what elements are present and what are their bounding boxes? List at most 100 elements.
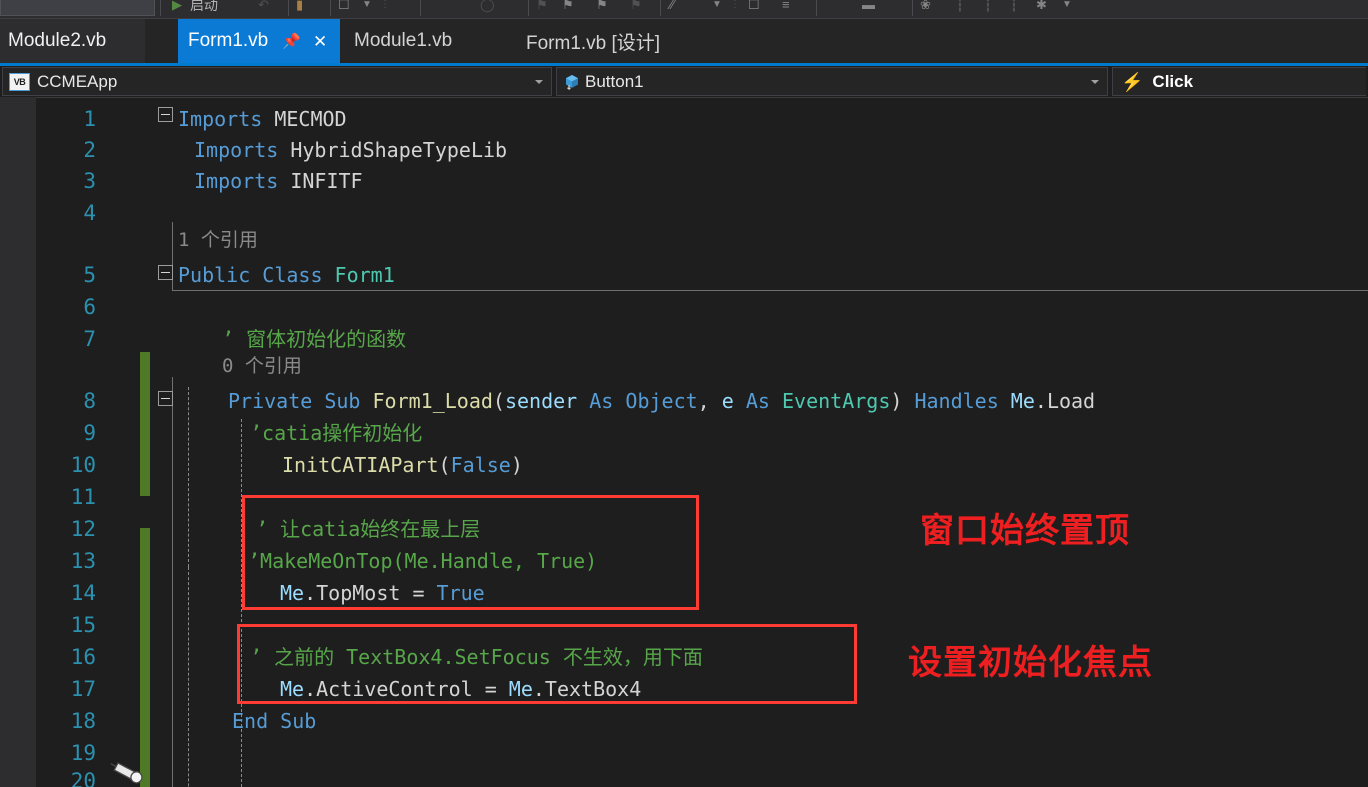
code-token: .TextBox4 <box>532 677 642 701</box>
mouse-pointer-icon <box>108 757 143 787</box>
line-number: 20 <box>70 769 96 787</box>
code-token: False <box>450 453 511 477</box>
code-navigation-bar: VB CCMEApp Button1 ⚡ Click <box>0 66 1368 97</box>
code-line-17[interactable]: Me.ActiveControl = Me.TextBox4 <box>280 673 641 705</box>
codelens-reference[interactable]: 0 个引用 <box>222 351 302 381</box>
toolbar-config-combo[interactable] <box>0 0 155 16</box>
code-token: ( <box>438 453 451 477</box>
code-content[interactable]: 1 2 3 4 5 6 7 8 9 10 11 12 13 14 15 16 17 18 19 20 1 个引用 0 个引… <box>0 97 1368 787</box>
highlight-icon[interactable]: ▮ <box>296 0 303 16</box>
tab-module1[interactable]: Module1.vb <box>340 19 466 63</box>
code-line-14[interactable]: Me.TopMost = True <box>280 577 485 609</box>
code-token: InitCATIAPart <box>282 453 439 477</box>
code-token: sender <box>504 389 578 413</box>
code-line-9[interactable]: ’catia操作初始化 <box>250 417 422 449</box>
tab-label: Module2.vb <box>8 30 107 51</box>
bookmark-next-icon[interactable]: ⚑ <box>562 0 574 16</box>
code-token: Handles <box>914 389 999 413</box>
dropdown-icon[interactable]: ▼ <box>362 0 372 16</box>
code-token: INFITF <box>278 169 363 193</box>
code-line-3[interactable]: Imports INFITF <box>194 165 363 197</box>
close-icon[interactable]: ✕ <box>313 33 327 50</box>
lightning-bolt-icon: ⚡ <box>1121 71 1144 92</box>
code-token: ’ 之前的 TextBox4.SetFocus 不生效，用下面 <box>250 645 703 669</box>
run-icon[interactable]: ▶ <box>172 0 182 16</box>
main-toolbar: ▶ 启动 ↶ ▮ ☐ ▼ ⋮ ◯ ⚑ ⚑ ⚑ ⚑ ∕∕ ▼ ⋮ ☐ ≡ ▬ ❀ … <box>0 0 1368 19</box>
codelens-reference[interactable]: 1 个引用 <box>178 225 258 255</box>
code-token: Imports <box>178 107 263 131</box>
editor-tab-strip: Module2.vb Form1.vb 📌 ✕ Module1.vb Form1… <box>0 19 1368 66</box>
code-editor[interactable]: 1 2 3 4 5 6 7 8 9 10 11 12 13 14 15 16 17 18 19 20 1 个引用 0 个引… <box>0 97 1368 787</box>
code-line-7[interactable]: ’ 窗体初始化的函数 <box>222 323 406 355</box>
indent-icon[interactable]: ☐ <box>748 0 760 16</box>
visual-studio-window: ▶ 启动 ↶ ▮ ☐ ▼ ⋮ ◯ ⚑ ⚑ ⚑ ⚑ ∕∕ ▼ ⋮ ☐ ≡ ▬ ❀ … <box>0 0 1368 787</box>
line-number: 15 <box>70 613 96 637</box>
align-left-icon[interactable]: ┇ <box>956 0 964 16</box>
code-token: Me <box>1010 389 1035 413</box>
tab-form1-designer[interactable]: Form1.vb [设计] <box>512 19 674 63</box>
code-token: Load <box>1046 389 1096 413</box>
line-number: 3 <box>83 169 96 193</box>
code-token: Form1 <box>334 263 395 287</box>
chevron-down-icon[interactable] <box>535 79 543 84</box>
code-line-2[interactable]: Imports HybridShapeTypeLib <box>194 134 507 166</box>
star-icon[interactable]: ✱ <box>1036 0 1047 16</box>
member-dropdown[interactable]: Button1 <box>556 67 1108 96</box>
line-number: 17 <box>70 677 96 701</box>
settings-icon[interactable]: ⋮ <box>380 0 390 16</box>
code-token: Me <box>280 581 305 605</box>
line-number: 16 <box>70 645 96 669</box>
align-right-icon[interactable]: ┇ <box>1010 0 1018 16</box>
window-icon[interactable]: ☐ <box>338 0 350 16</box>
tab-module2[interactable]: Module2.vb <box>0 19 145 63</box>
code-line-10[interactable]: InitCATIAPart(False) <box>282 449 523 481</box>
code-token: Imports <box>194 169 279 193</box>
project-name: CCMEApp <box>37 71 118 91</box>
toolbox-icon[interactable]: ❀ <box>920 0 931 16</box>
undo-icon[interactable]: ↶ <box>258 0 269 16</box>
code-token: End Sub <box>232 709 317 733</box>
window-layout-icon[interactable]: ▬ <box>862 0 875 16</box>
line-number: 14 <box>70 581 96 605</box>
line-number: 10 <box>70 453 96 477</box>
find-icon[interactable]: ◯ <box>480 0 495 16</box>
code-line-8[interactable]: Private Sub Form1_Load(sender As Object,… <box>228 385 1095 417</box>
line-number: 9 <box>83 421 96 445</box>
overflow-icon[interactable]: ▼ <box>1062 0 1072 16</box>
code-line-12[interactable]: ’ 让catia始终在最上层 <box>256 513 480 545</box>
bookmark-clear-icon[interactable]: ⚑ <box>630 0 642 16</box>
code-token: Me <box>280 677 305 701</box>
line-number: 1 <box>83 107 96 131</box>
code-line-13[interactable]: ’MakeMeOnTop(Me.Handle, True) <box>248 545 597 577</box>
code-token: Me <box>508 677 533 701</box>
code-token: HybridShapeTypeLib <box>278 138 508 162</box>
bookmark-prev-icon[interactable]: ⚑ <box>596 0 608 16</box>
code-token: As <box>745 389 770 413</box>
start-label[interactable]: 启动 <box>190 0 218 16</box>
bookmark-icon[interactable]: ⚑ <box>536 0 548 16</box>
code-token: Object <box>625 389 698 413</box>
outdent-icon[interactable]: ≡ <box>782 0 790 16</box>
code-token: ’catia操作初始化 <box>250 421 423 445</box>
chevron-down-icon[interactable] <box>1091 79 1099 84</box>
code-token: Private Sub <box>228 389 373 413</box>
code-token: ’ 让catia始终在最上层 <box>256 517 481 541</box>
align-center-icon[interactable]: ┇ <box>984 0 992 16</box>
tab-form1-code[interactable]: Form1.vb 📌 ✕ <box>178 19 340 63</box>
line-number: 8 <box>83 389 96 413</box>
code-line-18[interactable]: End Sub <box>232 705 316 737</box>
line-number: 6 <box>83 295 96 319</box>
pin-icon[interactable]: 📌 <box>282 34 301 49</box>
more-icon[interactable]: ⋮ <box>730 0 740 16</box>
code-line-5[interactable]: Public Class Form1 <box>178 259 395 291</box>
code-line-16[interactable]: ’ 之前的 TextBox4.SetFocus 不生效，用下面 <box>250 641 703 673</box>
line-number: 7 <box>83 327 96 351</box>
event-name: Click <box>1152 71 1194 91</box>
event-dropdown[interactable]: ⚡ Click <box>1112 67 1366 96</box>
comment-dropdown-icon[interactable]: ▼ <box>712 0 722 16</box>
line-number: 4 <box>83 201 96 225</box>
project-type-dropdown[interactable]: VB CCMEApp <box>2 67 552 96</box>
comment-icon[interactable]: ∕∕ <box>670 0 674 16</box>
code-line-1[interactable]: Imports MECMOD <box>178 103 347 135</box>
